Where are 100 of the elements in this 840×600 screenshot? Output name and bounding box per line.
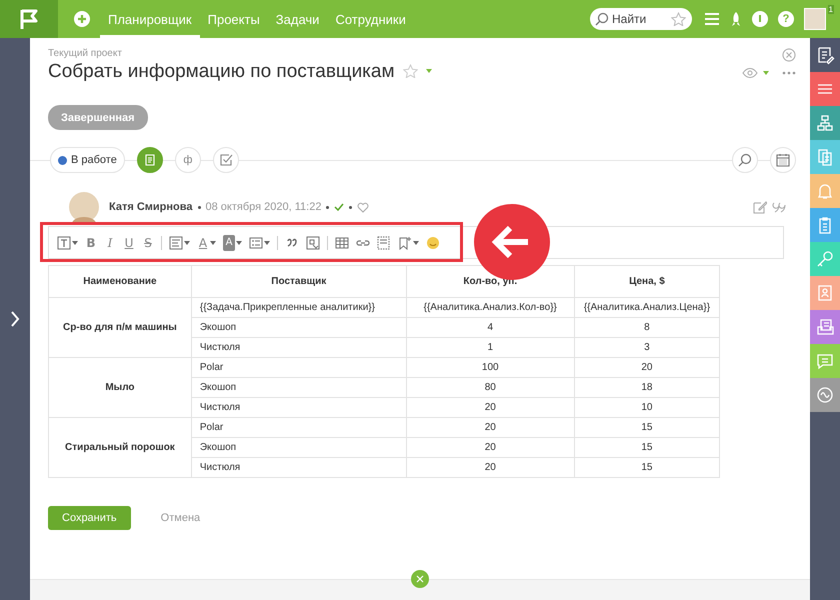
cancel-button[interactable]: Отмена [154, 511, 206, 525]
heart-icon[interactable] [357, 202, 370, 212]
format-button[interactable]: U [121, 232, 137, 252]
separator-dot [198, 206, 200, 208]
table-cell: 80 [406, 378, 574, 398]
bullet-list-icon [249, 236, 263, 250]
caret-icon[interactable] [426, 69, 432, 73]
eye-icon[interactable] [742, 68, 758, 78]
sidebar-button[interactable] [810, 72, 840, 106]
sidebar-button[interactable] [810, 106, 840, 140]
format-button[interactable]: A [195, 232, 218, 252]
caret-icon [264, 240, 270, 244]
author-name[interactable]: Катя Смирнова [109, 201, 192, 213]
help-button[interactable]: ? [778, 11, 794, 27]
separator-dot [326, 206, 330, 208]
table-cell: 4 [406, 318, 574, 338]
nav-tab[interactable]: Задачи [268, 0, 328, 38]
menu-icon[interactable] [704, 12, 720, 26]
inbox-icon [815, 317, 835, 337]
search-field[interactable]: Найти [590, 8, 692, 30]
task-title: Собрать информацию по поставщикам [48, 61, 395, 83]
notification-badge: 1 [828, 5, 834, 14]
table-cell: Ср-во для п/м машины [48, 298, 192, 358]
caret-icon [72, 240, 78, 244]
nav-tab[interactable]: Планировщик [100, 0, 200, 38]
table-cell: 15 [574, 438, 720, 458]
state-label: В работе [71, 154, 117, 166]
check-icon[interactable] [334, 203, 344, 211]
align-icon [169, 236, 183, 250]
wave-icon [815, 385, 835, 405]
column-header: Цена, $ [574, 266, 720, 298]
key-icon [815, 249, 835, 269]
table-cell: Мыло [48, 358, 192, 418]
caret-icon[interactable] [763, 71, 769, 75]
rocket-icon[interactable] [730, 11, 742, 27]
table-cell: {{Задача.Прикрепленные аналитики}} [191, 298, 406, 318]
plus-icon[interactable] [74, 11, 90, 27]
format-button[interactable]: S [140, 232, 156, 252]
table-cell: 15 [574, 418, 720, 438]
text-style-icon [57, 236, 71, 250]
table-cell: 1 [406, 338, 574, 358]
close-icon[interactable] [411, 570, 429, 588]
fields-tab[interactable]: ф [174, 147, 201, 173]
caret-icon [184, 240, 190, 244]
table-cell: Чистюля [191, 458, 406, 478]
comment-date: 08 октября 2020, 11:22 [206, 201, 322, 213]
image-icon [306, 236, 320, 250]
column-header: Поставщик [191, 266, 406, 298]
state-chip[interactable]: В работе [50, 147, 125, 173]
chevron-right-icon[interactable] [10, 311, 20, 327]
table-cell: 20 [406, 458, 574, 478]
table-cell: 100 [406, 358, 574, 378]
format-button[interactable]: I [102, 232, 118, 252]
search-icon [738, 153, 752, 167]
format-button[interactable]: A [221, 232, 244, 252]
status-button[interactable]: Завершенная [48, 105, 148, 130]
table-cell: 10 [574, 398, 720, 418]
table-cell: 18 [574, 378, 720, 398]
table-cell: Экошоп [191, 438, 406, 458]
table-cell: 3 [574, 338, 720, 358]
tasks-tab[interactable] [212, 147, 239, 173]
table-cell: Экошоп [191, 378, 406, 398]
logo[interactable] [0, 0, 58, 38]
caret-icon [413, 240, 419, 244]
table-cell: 15 [574, 458, 720, 478]
format-button[interactable]: B [83, 232, 99, 252]
table-cell: Чистюля [191, 398, 406, 418]
nav-tab[interactable]: Проекты [200, 0, 268, 38]
close-icon[interactable] [782, 48, 796, 62]
text-lines-icon [144, 154, 156, 166]
table-icon [335, 236, 349, 250]
search-button[interactable] [732, 147, 758, 173]
table-cell: Стиральный порошок [48, 418, 192, 478]
table-cell: Polar [191, 418, 406, 438]
save-button[interactable]: Сохранить [48, 506, 131, 530]
search-icon [595, 12, 609, 26]
column-header: Наименование [48, 266, 192, 298]
table-cell: Polar [191, 358, 406, 378]
widget-icon [377, 236, 391, 250]
table-cell: {{Аналитика.Анализ.Цена}} [574, 298, 720, 318]
star-icon[interactable] [402, 64, 418, 78]
tasks-icon [218, 153, 233, 167]
quote-icon[interactable] [772, 200, 786, 214]
breadcrumb[interactable]: Текущий проект [48, 48, 432, 59]
table-cell: 20 [574, 358, 720, 378]
caret-icon [210, 240, 216, 244]
nav-tab[interactable]: Сотрудники [327, 0, 414, 38]
flag-icon [19, 8, 39, 30]
table-cell: Чистюля [191, 338, 406, 358]
calendar-button[interactable] [770, 147, 796, 173]
avatar-icon [68, 191, 100, 223]
more-icon[interactable] [782, 71, 796, 75]
calendar-icon [776, 153, 790, 167]
table-cell: {{Аналитика.Анализ.Кол-во}} [406, 298, 574, 318]
bookmark-icon [398, 236, 412, 250]
table-cell: Экошоп [191, 318, 406, 338]
comments-tab[interactable] [136, 147, 163, 173]
edit-icon[interactable] [753, 200, 767, 214]
star-icon[interactable] [671, 12, 686, 26]
separator-dot [349, 206, 352, 208]
